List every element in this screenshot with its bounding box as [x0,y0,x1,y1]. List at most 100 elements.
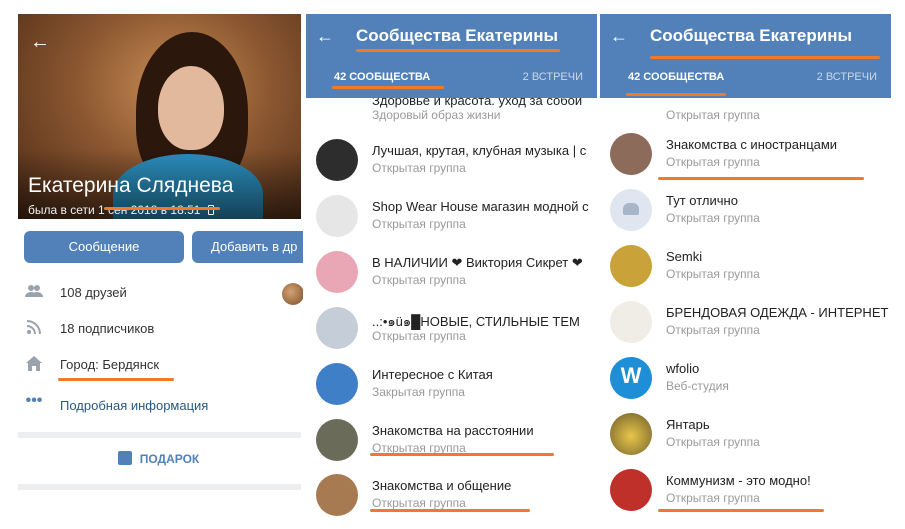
gift-label: ПОДАРОК [139,452,200,466]
community-name: Знакомства и общение [372,478,512,493]
underline-city [58,378,174,381]
community-avatar [316,139,358,181]
community-avatar [316,363,358,405]
community-avatar [610,245,652,287]
home-icon [24,356,44,374]
community-avatar [610,469,652,511]
community-type: Закрытая группа [372,385,465,399]
details-link[interactable]: ••• Подробная информация [24,392,264,416]
underline-item [370,509,530,512]
list-item[interactable]: Янтарь Открытая группа [600,407,891,463]
city-row: Город: Бердянск [24,355,264,375]
list-item[interactable]: Интересное с Китая Закрытая группа [306,357,597,413]
back-arrow-icon[interactable]: ← [316,26,334,47]
community-type: Открытая группа [372,273,466,287]
more-dots-icon: ••• [25,392,43,409]
gift-icon [117,451,132,465]
tab-events[interactable]: 2 ВСТРЕЧИ [523,71,583,83]
community-type: Открытая группа [666,155,760,169]
online-status: была в сети 1 сен 2018 в 18:51 [28,203,214,217]
city-text: Город: Бердянск [60,357,160,372]
community-avatar [316,474,358,516]
list-item[interactable]: Лучшая, крутая, клубная музыка | c Откры… [306,133,597,189]
list-item[interactable]: В НАЛИЧИИ ❤ Виктория Сикрет ❤ Открытая г… [306,245,597,301]
community-type: Открытая группа [666,323,760,337]
friend-avatar[interactable] [282,283,303,305]
underline-tab [332,86,444,89]
page-title: Сообщества Екатерины [356,26,559,45]
community-avatar [316,419,358,461]
friends-row[interactable]: 108 друзей [24,283,264,303]
list-item[interactable]: Тут отлично Открытая группа [600,183,891,239]
community-avatar [316,195,358,237]
community-type: Открытая группа [666,491,760,505]
community-type: Открытая группа [666,211,760,225]
community-type: Открытая группа [666,267,760,281]
followers-count: 18 подписчиков [60,321,155,336]
list-item[interactable]: Знакомства с иностранцами Открытая групп… [600,127,891,183]
list-item[interactable]: Знакомства и общение Открытая группа [306,468,597,524]
community-name: Semki [666,249,703,264]
friends-count: 108 друзей [60,285,127,300]
wfolio-logo-icon: W [620,363,642,388]
community-name: Янтарь [666,417,710,432]
community-type: Открытая группа [372,217,466,231]
community-name: Знакомства на расстоянии [372,423,534,438]
community-type: Открытая группа [372,161,466,175]
community-type: Открытая группа [666,108,760,122]
list-item[interactable]: Shop Wear House магазин модной с Открыта… [306,189,597,245]
back-arrow-icon[interactable]: ← [610,26,628,47]
underline-item [658,177,864,180]
underline-item [658,509,824,512]
message-button[interactable]: Сообщение [24,231,184,263]
community-avatar [316,307,358,349]
tab-events[interactable]: 2 ВСТРЕЧИ [817,71,877,83]
profile-cover-photo[interactable]: ← Екатерина Сляднева была в сети 1 сен 2… [18,14,301,219]
underline-online [104,207,220,210]
followers-row[interactable]: 18 подписчиков [24,319,264,339]
profile-screen: ← Екатерина Сляднева была в сети 1 сен 2… [14,0,303,529]
back-arrow-icon[interactable]: ← [30,32,50,52]
separator [18,432,301,438]
community-avatar [610,133,652,175]
list-item[interactable]: Знакомства на расстоянии Открытая группа [306,413,597,469]
photo-face [158,66,224,150]
community-type: Открытая группа [372,329,466,343]
underline-tab [626,93,726,96]
community-name: Знакомства с иностранцами [666,137,838,152]
community-name: Лучшая, крутая, клубная музыка | c [372,143,587,158]
tab-communities[interactable]: 42 СООБЩЕСТВА [334,71,430,83]
underline-item [370,453,554,456]
gift-button[interactable]: ПОДАРОК [14,451,303,466]
community-avatar [316,251,358,293]
community-avatar: W [610,357,652,399]
list-item[interactable]: Здоровье и красота. уход за собой Здоров… [306,93,597,128]
online-status-text: была в сети 1 сен 2018 в 18:51 [28,203,201,217]
followers-icon [24,320,44,338]
list-item[interactable]: W wfolio Веб-студия [600,351,891,407]
community-type: Открытая группа [372,496,466,510]
community-name: wfolio [666,361,700,376]
community-type: Здоровый образ жизни [372,108,501,122]
tab-communities[interactable]: 42 СООБЩЕСТВА [628,71,724,83]
communities-screen-right: Открытая группа Знакомства с иностранцам… [600,0,891,529]
page-title: Сообщества Екатерины [650,26,853,45]
separator-bottom [18,484,301,490]
list-item[interactable]: ..:•๑ü๑█НОВЫЕ, СТИЛЬНЫЕ ТЕМ Открытая гру… [306,301,597,357]
community-name: Коммунизм - это модно! [666,473,811,488]
community-type: Открытая группа [666,435,760,449]
communities-screen-left: Здоровье и красота. уход за собой Здоров… [306,0,597,529]
underline-title [356,49,560,52]
list-item[interactable]: Открытая группа [600,98,891,128]
community-avatar [610,301,652,343]
add-friend-button[interactable]: Добавить в др [192,231,303,263]
community-avatar [610,189,652,231]
community-name: Shop Wear House магазин модной с [372,199,589,214]
list-item[interactable]: Semki Открытая группа [600,239,891,295]
list-item[interactable]: БРЕНДОВАЯ ОДЕЖДА - ИНТЕРНЕТ Открытая гру… [600,295,891,351]
community-avatar [610,413,652,455]
underline-title [650,56,880,59]
community-name: Интересное с Китая [372,367,493,382]
friends-icon [24,284,44,302]
community-name: БРЕНДОВАЯ ОДЕЖДА - ИНТЕРНЕТ [666,305,889,320]
